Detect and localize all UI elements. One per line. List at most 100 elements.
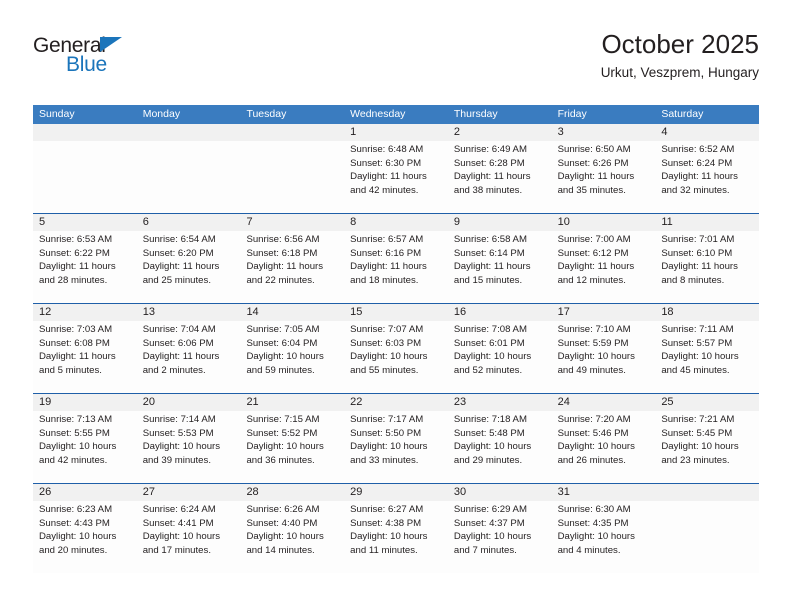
day-cell[interactable]: Sunrise: 6:24 AM Sunset: 4:41 PM Daylight:…: [137, 501, 241, 573]
day-detail-line: Daylight: 10 hours: [661, 441, 739, 452]
day-number[interactable]: 3: [552, 124, 656, 141]
day-cell[interactable]: Sunrise: 6:30 AM Sunset: 4:35 PM Daylight:…: [552, 501, 656, 573]
day-cell[interactable]: Sunrise: 6:52 AM Sunset: 6:24 PM Daylight:…: [655, 141, 759, 213]
day-detail-line: and 8 minutes.: [661, 274, 725, 286]
day-cell[interactable]: Sunrise: 6:50 AM Sunset: 6:26 PM Daylight:…: [552, 141, 656, 213]
day-number[interactable]: 18: [655, 304, 759, 321]
day-number[interactable]: 26: [33, 484, 137, 501]
day-number[interactable]: 10: [552, 214, 656, 231]
day-cell[interactable]: Sunrise: 6:57 AM Sunset: 6:16 PM Daylight:…: [344, 231, 448, 303]
day-detail-line: Sunset: 6:16 PM: [350, 247, 422, 259]
day-number[interactable]: 14: [240, 304, 344, 321]
day-cell[interactable]: Sunrise: 7:03 AM Sunset: 6:08 PM Daylight:…: [33, 321, 137, 393]
day-detail-line: Sunrise: 7:07 AM: [350, 324, 424, 335]
weekday-header-friday: Friday: [557, 108, 587, 120]
calendar-page: General Blue October 2025 Urkut, Veszpre…: [0, 0, 792, 612]
day-cell-empty: [240, 141, 344, 213]
day-number[interactable]: 4: [655, 124, 759, 141]
day-number[interactable]: 9: [448, 214, 552, 231]
day-detail-line: and 39 minutes.: [142, 454, 211, 466]
day-number-empty: [137, 124, 241, 141]
day-number[interactable]: 1: [344, 124, 448, 141]
day-cell[interactable]: Sunrise: 7:20 AM Sunset: 5:46 PM Daylight:…: [552, 411, 656, 483]
day-detail-line: and 23 minutes.: [661, 454, 730, 466]
day-cell[interactable]: Sunrise: 7:07 AM Sunset: 6:03 PM Daylight:…: [344, 321, 448, 393]
day-cell[interactable]: Sunrise: 6:29 AM Sunset: 4:37 PM Daylight:…: [448, 501, 552, 573]
day-number[interactable]: 24: [552, 394, 656, 411]
day-cell[interactable]: Sunrise: 6:56 AM Sunset: 6:18 PM Daylight:…: [240, 231, 344, 303]
day-detail-line: Sunset: 5:45 PM: [661, 427, 733, 439]
day-cell[interactable]: Sunrise: 7:01 AM Sunset: 6:10 PM Daylight:…: [655, 231, 759, 303]
day-detail-line: and 55 minutes.: [350, 364, 419, 376]
day-cell-empty: [33, 141, 137, 213]
day-number[interactable]: 25: [655, 394, 759, 411]
day-detail-line: Daylight: 11 hours: [453, 171, 531, 182]
day-number[interactable]: 31: [552, 484, 656, 501]
day-cell[interactable]: Sunrise: 7:13 AM Sunset: 5:55 PM Daylight:…: [33, 411, 137, 483]
weekday-header-wednesday: Wednesday: [350, 108, 406, 120]
day-cell[interactable]: Sunrise: 7:00 AM Sunset: 6:12 PM Daylight:…: [552, 231, 656, 303]
day-number[interactable]: 12: [33, 304, 137, 321]
day-detail-line: Daylight: 11 hours: [142, 351, 220, 362]
weekday-header-thursday: Thursday: [453, 108, 498, 120]
day-detail-line: and 5 minutes.: [39, 364, 102, 376]
day-number[interactable]: 21: [240, 394, 344, 411]
day-cell[interactable]: Sunrise: 7:08 AM Sunset: 6:01 PM Daylight:…: [448, 321, 552, 393]
day-cell[interactable]: Sunrise: 7:21 AM Sunset: 5:45 PM Daylight:…: [655, 411, 759, 483]
day-detail-line: Sunrise: 6:52 AM: [661, 144, 735, 155]
day-detail-line: Daylight: 10 hours: [350, 531, 428, 542]
day-detail-line: Sunset: 4:40 PM: [246, 517, 318, 529]
day-number[interactable]: 13: [137, 304, 241, 321]
day-number[interactable]: 7: [240, 214, 344, 231]
day-number[interactable]: 19: [33, 394, 137, 411]
day-cell[interactable]: Sunrise: 6:27 AM Sunset: 4:38 PM Daylight:…: [344, 501, 448, 573]
day-number[interactable]: 16: [448, 304, 552, 321]
day-cell[interactable]: Sunrise: 7:15 AM Sunset: 5:52 PM Daylight:…: [240, 411, 344, 483]
day-cell[interactable]: Sunrise: 7:14 AM Sunset: 5:53 PM Daylight:…: [137, 411, 241, 483]
day-detail-line: Daylight: 11 hours: [39, 351, 116, 362]
day-detail-line: Sunset: 6:12 PM: [557, 247, 629, 259]
day-detail-line: Sunset: 6:26 PM: [557, 157, 629, 169]
week-day-detail-band: Sunrise: 7:03 AM Sunset: 6:08 PM Daylight:…: [33, 321, 759, 393]
day-detail-line: Sunrise: 7:17 AM: [350, 414, 424, 425]
day-number[interactable]: 11: [655, 214, 759, 231]
day-number[interactable]: 30: [448, 484, 552, 501]
day-detail-line: Sunrise: 7:10 AM: [557, 324, 631, 335]
day-number[interactable]: 20: [137, 394, 241, 411]
day-detail-line: and 4 minutes.: [557, 544, 621, 556]
day-number[interactable]: 17: [552, 304, 656, 321]
day-cell[interactable]: Sunrise: 6:53 AM Sunset: 6:22 PM Daylight:…: [33, 231, 137, 303]
day-cell[interactable]: Sunrise: 6:58 AM Sunset: 6:14 PM Daylight:…: [448, 231, 552, 303]
day-detail-line: Daylight: 11 hours: [142, 261, 220, 272]
day-cell[interactable]: Sunrise: 7:17 AM Sunset: 5:50 PM Daylight:…: [344, 411, 448, 483]
day-number[interactable]: 27: [137, 484, 241, 501]
day-cell[interactable]: Sunrise: 7:18 AM Sunset: 5:48 PM Daylight:…: [448, 411, 552, 483]
day-cell[interactable]: Sunrise: 6:49 AM Sunset: 6:28 PM Daylight:…: [448, 141, 552, 213]
day-number[interactable]: 23: [448, 394, 552, 411]
day-detail-line: and 52 minutes.: [453, 364, 523, 376]
day-number[interactable]: 22: [344, 394, 448, 411]
day-number[interactable]: 29: [344, 484, 448, 501]
day-detail-line: Daylight: 11 hours: [557, 171, 635, 182]
day-cell[interactable]: Sunrise: 7:11 AM Sunset: 5:57 PM Daylight:…: [655, 321, 759, 393]
day-number[interactable]: 5: [33, 214, 137, 231]
day-detail-line: Daylight: 11 hours: [39, 261, 116, 272]
day-detail-line: Sunrise: 7:05 AM: [246, 324, 320, 335]
day-cell[interactable]: Sunrise: 6:23 AM Sunset: 4:43 PM Daylight:…: [33, 501, 137, 573]
day-detail-line: and 59 minutes.: [246, 364, 315, 376]
day-number[interactable]: 6: [137, 214, 241, 231]
day-cell[interactable]: Sunrise: 7:10 AM Sunset: 5:59 PM Daylight:…: [552, 321, 656, 393]
day-detail-line: Sunset: 6:03 PM: [350, 337, 422, 349]
day-number[interactable]: 2: [448, 124, 552, 141]
day-cell[interactable]: Sunrise: 6:54 AM Sunset: 6:20 PM Daylight:…: [137, 231, 241, 303]
day-number[interactable]: 8: [344, 214, 448, 231]
day-number[interactable]: 28: [240, 484, 344, 501]
day-cell[interactable]: Sunrise: 7:04 AM Sunset: 6:06 PM Daylight:…: [137, 321, 241, 393]
day-cell[interactable]: Sunrise: 6:26 AM Sunset: 4:40 PM Daylight:…: [240, 501, 344, 573]
day-number[interactable]: 15: [344, 304, 448, 321]
day-cell[interactable]: Sunrise: 7:05 AM Sunset: 6:04 PM Daylight:…: [240, 321, 344, 393]
day-detail-line: Sunrise: 6:48 AM: [350, 144, 424, 155]
day-cell[interactable]: Sunrise: 6:48 AM Sunset: 6:30 PM Daylight:…: [344, 141, 448, 213]
weekday-header-tuesday: Tuesday: [246, 108, 287, 120]
day-detail-line: Sunset: 5:46 PM: [557, 427, 629, 439]
